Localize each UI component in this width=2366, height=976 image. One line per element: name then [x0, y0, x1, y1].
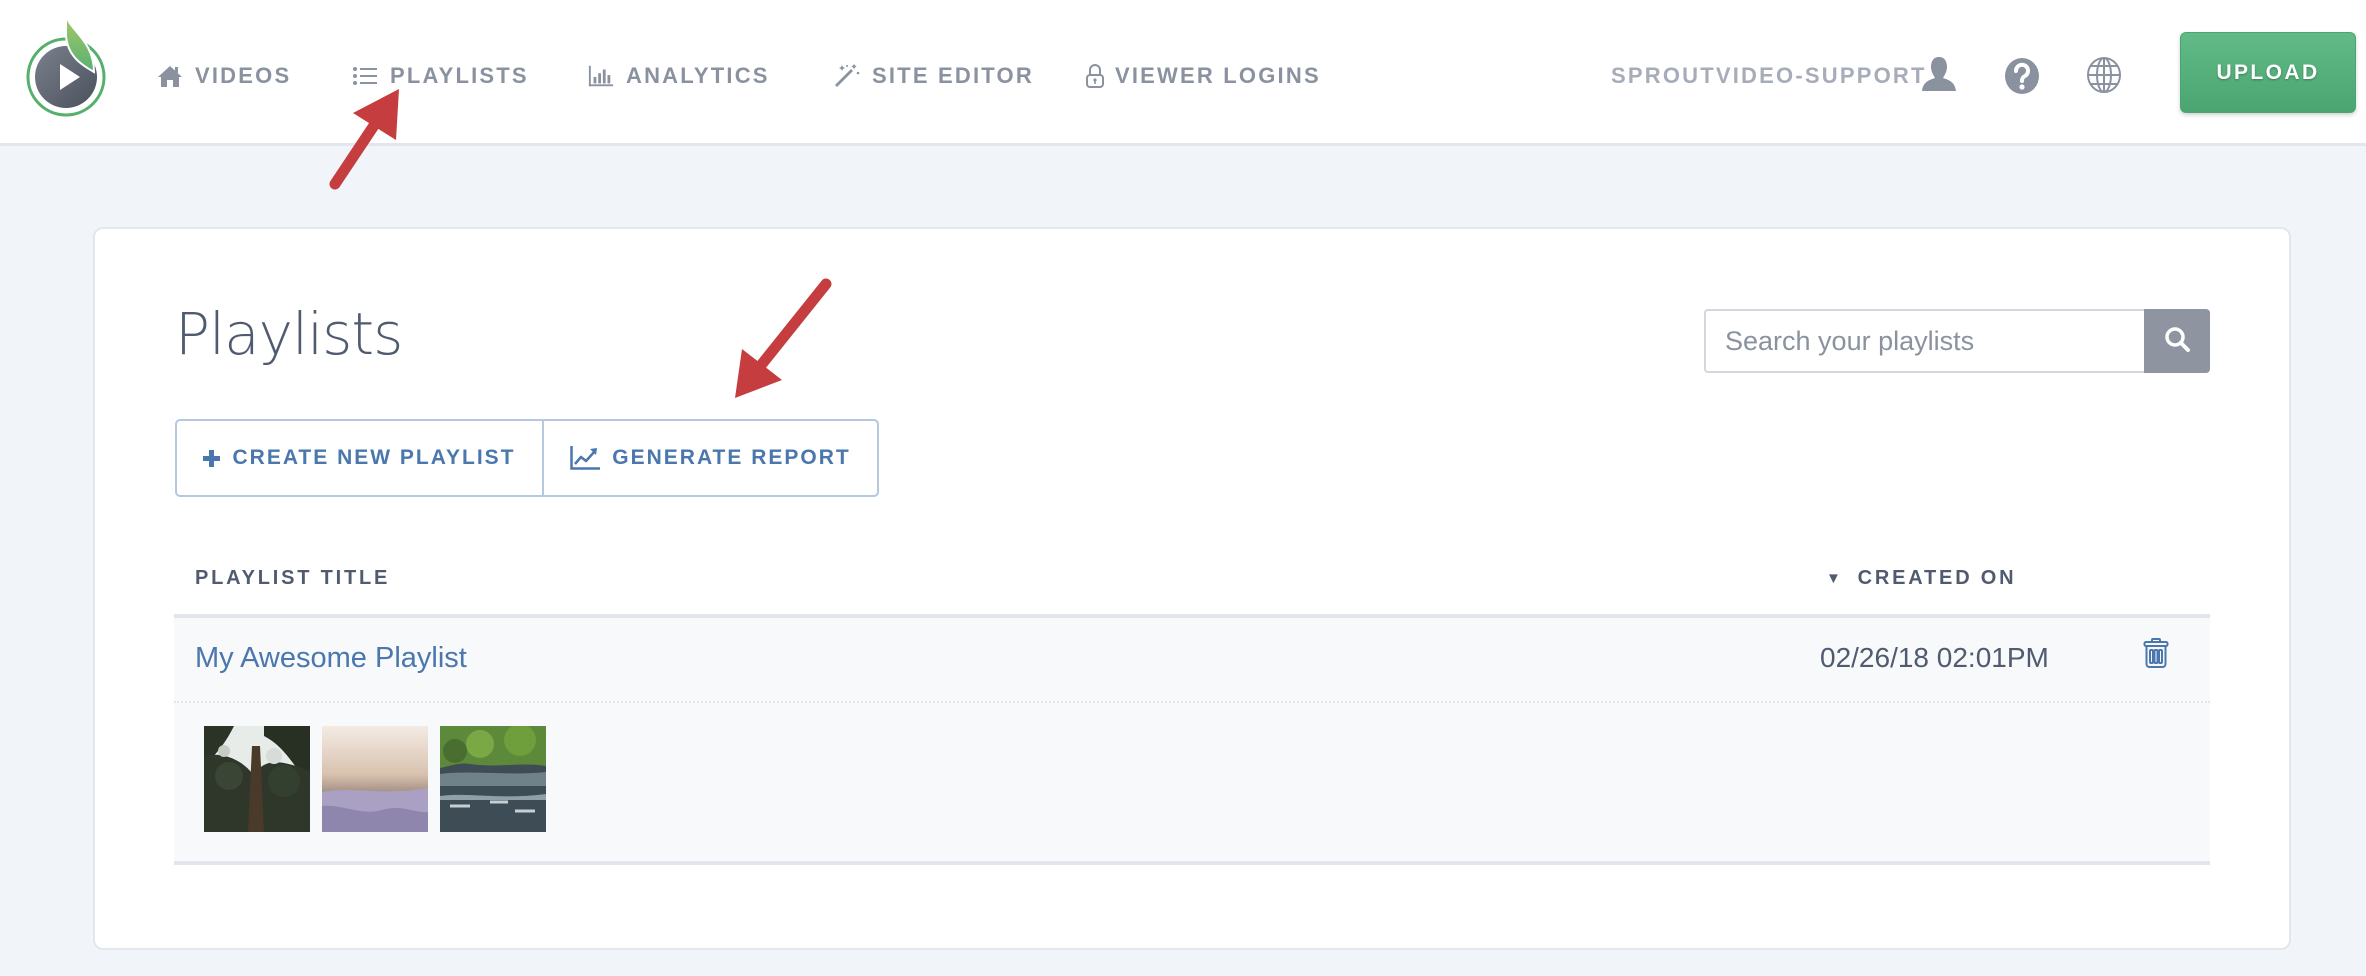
user-icon[interactable] — [1920, 56, 1958, 92]
logo-icon — [26, 15, 106, 117]
generate-report-button[interactable]: GENERATE REPORT — [544, 421, 877, 495]
create-new-playlist-button[interactable]: CREATE NEW PLAYLIST — [177, 421, 544, 495]
nav-videos-label: VIDEOS — [195, 63, 292, 88]
playlist-created-on: 02/26/18 02:01PM — [1820, 642, 2049, 673]
forest-canopy-thumbnail[interactable] — [204, 726, 310, 832]
column-header-created-on-label: CREATED ON — [1857, 567, 2017, 589]
list-icon — [352, 63, 378, 89]
river-rapids-thumbnail[interactable] — [440, 726, 546, 832]
playlist-search — [1704, 309, 2210, 373]
playlist-thumbnails — [174, 703, 2210, 861]
nav-analytics[interactable]: ANALYTICS — [588, 58, 770, 94]
nav-analytics-label: ANALYTICS — [626, 63, 770, 88]
help-icon[interactable] — [2004, 57, 2040, 95]
home-icon — [157, 63, 183, 89]
column-header-created-on[interactable]: ▼ CREATED ON — [1826, 567, 2016, 590]
top-navbar: VIDEOS PLAYLISTS ANALYTICS SITE EDITOR V… — [0, 0, 2366, 146]
misty-sunrise-thumbnail[interactable] — [322, 726, 428, 832]
playlist-actions: CREATE NEW PLAYLIST GENERATE REPORT — [175, 419, 879, 497]
table-row-summary: My Awesome Playlist 02/26/18 02:01PM — [174, 618, 2210, 703]
nav-viewer-logins-label: VIEWER LOGINS — [1115, 63, 1321, 88]
nav-playlists-label: PLAYLISTS — [390, 63, 529, 88]
search-icon — [2163, 325, 2191, 358]
search-input[interactable] — [1704, 309, 2144, 373]
upload-button[interactable]: UPLOAD — [2180, 32, 2356, 113]
playlists-table: PLAYLIST TITLE ▼ CREATED ON My Awesome P… — [174, 545, 2210, 865]
line-chart-icon — [570, 446, 601, 470]
sort-descending-icon: ▼ — [1826, 570, 1844, 587]
search-button[interactable] — [2144, 309, 2210, 373]
account-username[interactable]: SPROUTVIDEO-SUPPORT — [1611, 58, 1927, 94]
table-row: My Awesome Playlist 02/26/18 02:01PM — [174, 618, 2210, 865]
bar-chart-icon — [588, 63, 614, 89]
create-new-playlist-label: CREATE NEW PLAYLIST — [232, 446, 516, 469]
column-header-title[interactable]: PLAYLIST TITLE — [195, 567, 390, 590]
plus-icon — [203, 449, 221, 467]
lock-icon — [1085, 63, 1105, 89]
table-header: PLAYLIST TITLE ▼ CREATED ON — [174, 545, 2210, 618]
nav-site-editor-label: SITE EDITOR — [872, 63, 1034, 88]
nav-videos[interactable]: VIDEOS — [157, 58, 291, 94]
nav-site-editor[interactable]: SITE EDITOR — [834, 58, 1034, 94]
trash-icon[interactable] — [2143, 638, 2169, 673]
page-title: Playlists — [175, 300, 403, 368]
nav-viewer-logins[interactable]: VIEWER LOGINS — [1085, 58, 1321, 94]
sproutvideo-logo[interactable] — [22, 14, 112, 120]
generate-report-label: GENERATE REPORT — [612, 446, 851, 469]
playlist-title-link[interactable]: My Awesome Playlist — [195, 642, 467, 675]
globe-icon[interactable] — [2086, 56, 2122, 94]
magic-wand-icon — [834, 63, 860, 89]
nav-playlists[interactable]: PLAYLISTS — [352, 58, 529, 94]
